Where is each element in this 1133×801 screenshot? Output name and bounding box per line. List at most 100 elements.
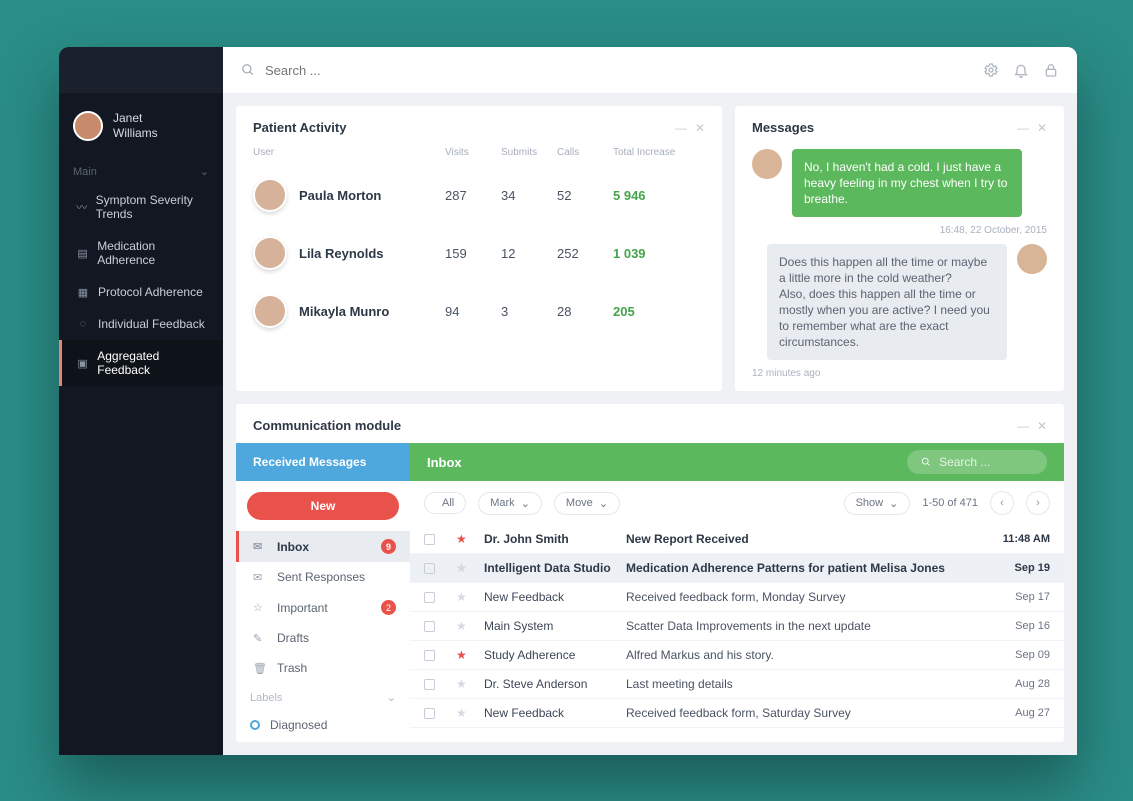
message-bubble: Does this happen all the time or maybe a…	[767, 244, 1007, 360]
nav-group-header[interactable]: Main ⌄	[59, 159, 223, 184]
pa-rows: Paula Morton28734525 946Lila Reynolds159…	[236, 166, 722, 340]
labels-header[interactable]: Labels ⌄	[236, 683, 410, 712]
star-icon[interactable]: ★	[456, 619, 474, 633]
mail-row[interactable]: ★Dr. John SmithNew Report Received11:48 …	[410, 525, 1064, 554]
labels-title: Labels	[250, 692, 282, 704]
new-button[interactable]: New	[247, 492, 399, 520]
mail-row[interactable]: ★Dr. Steve AndersonLast meeting detailsA…	[410, 670, 1064, 699]
card-header: Patient Activity — ✕	[236, 106, 722, 145]
minimize-icon[interactable]: —	[1017, 419, 1029, 433]
folder-important[interactable]: ☆ Important 2	[236, 592, 410, 623]
star-icon[interactable]: ★	[456, 648, 474, 662]
folder-drafts[interactable]: ✎ Drafts	[236, 623, 410, 653]
star-icon[interactable]: ★	[456, 706, 474, 720]
folder-label: Sent Responses	[277, 570, 365, 584]
mail-from: New Feedback	[484, 590, 616, 604]
tab-label: Inbox	[427, 455, 462, 470]
mail-row[interactable]: ★Study AdherenceAlfred Markus and his st…	[410, 641, 1064, 670]
mail-date: 11:48 AM	[990, 533, 1050, 545]
avatar	[1017, 244, 1047, 274]
label-diagnosed[interactable]: Diagnosed	[236, 712, 410, 738]
calls: 252	[557, 246, 613, 261]
folder-trash[interactable]: 🗑 Trash	[236, 653, 410, 683]
mail-row[interactable]: ★ New Feedback Received feedback form, Mon…	[410, 583, 1064, 612]
checkbox[interactable]	[424, 679, 435, 690]
global-search[interactable]	[241, 63, 969, 78]
checkbox[interactable]	[424, 650, 435, 661]
avatar	[73, 111, 103, 141]
inbox-search[interactable]	[907, 450, 1047, 474]
nav-item-medication-adherence[interactable]: ▤Medication Adherence	[59, 230, 223, 276]
mark-dropdown[interactable]: Mark⌄	[478, 492, 542, 515]
content: Patient Activity — ✕ User Visits Submits…	[223, 93, 1077, 755]
close-icon[interactable]: ✕	[695, 121, 705, 135]
inbox-search-input[interactable]	[939, 455, 1033, 469]
label-name: Diagnosed	[270, 718, 327, 732]
profile-name: Janet Williams	[113, 111, 158, 141]
checkbox[interactable]	[424, 592, 435, 603]
total-increase: 5 946	[613, 188, 705, 203]
button-label: New	[311, 499, 336, 513]
prev-page-button[interactable]: ‹	[990, 491, 1014, 515]
mail-from: Intelligent Data Studio	[484, 561, 616, 575]
folder-sent[interactable]: ✉ Sent Responses	[236, 562, 410, 592]
checkbox[interactable]	[424, 708, 435, 719]
page-range: 1-50 of 471	[922, 497, 978, 509]
search-input[interactable]	[265, 63, 969, 78]
patient-activity-card: Patient Activity — ✕ User Visits Submits…	[236, 106, 722, 391]
checkbox[interactable]	[424, 534, 435, 545]
mail-subject: Medication Adherence Patterns for patien…	[626, 561, 980, 575]
close-icon[interactable]: ✕	[1037, 419, 1047, 433]
lock-icon[interactable]	[1043, 62, 1059, 78]
nav-item-protocol-adherence[interactable]: ▦Protocol Adherence	[59, 276, 223, 308]
badge: 9	[381, 539, 396, 554]
select-all[interactable]: All	[424, 492, 466, 514]
minimize-icon[interactable]: —	[1017, 121, 1029, 135]
col-calls: Calls	[557, 147, 613, 158]
star-icon[interactable]: ★	[456, 590, 474, 604]
next-page-button[interactable]: ›	[1026, 491, 1050, 515]
profile[interactable]: Janet Williams	[59, 93, 223, 159]
app-window: Janet Williams Main ⌄ 〰Symptom Severity …	[59, 47, 1077, 755]
mail-row[interactable]: ★ Intelligent Data Studio Medication Adher…	[410, 554, 1064, 583]
badge: 2	[381, 600, 396, 615]
star-icon[interactable]: ★	[456, 532, 474, 546]
mail-subject: Received feedback form, Monday Survey	[626, 590, 980, 604]
tab-inbox[interactable]: Inbox	[410, 443, 1064, 481]
mail-row[interactable]: ★New FeedbackReceived feedback form, Sat…	[410, 699, 1064, 728]
table-row[interactable]: Mikayla Munro94328205	[236, 282, 722, 340]
folder-inbox[interactable]: ✉ Inbox 9	[236, 531, 410, 562]
table-row[interactable]: Paula Morton28734525 946	[236, 166, 722, 224]
bell-icon[interactable]	[1013, 62, 1029, 78]
tab-label: Received Messages	[253, 455, 366, 469]
topbar	[223, 47, 1077, 93]
card-header: Communication module — ✕	[236, 404, 1064, 443]
show-dropdown[interactable]: Show⌄	[844, 492, 911, 515]
nav-item-individual-feedback[interactable]: ◌Individual Feedback	[59, 308, 223, 340]
label-dot-icon	[250, 720, 260, 730]
mail-row[interactable]: ★Main SystemScatter Data Improvements in…	[410, 612, 1064, 641]
minimize-icon[interactable]: —	[675, 121, 687, 135]
avatar	[253, 178, 287, 212]
document-icon: ▣	[76, 357, 89, 370]
folder-label: Inbox	[277, 540, 309, 554]
star-icon[interactable]: ★	[456, 677, 474, 691]
draft-icon: ✎	[253, 632, 267, 645]
star-icon[interactable]: ★	[456, 561, 474, 575]
checkbox[interactable]	[424, 563, 435, 574]
messages-card: Messages — ✕ No, I haven't had a cold. I…	[735, 106, 1064, 391]
user-name: Lila Reynolds	[299, 246, 384, 261]
checkbox[interactable]	[424, 621, 435, 632]
mail-subject: New Report Received	[626, 532, 980, 546]
outgoing-message: Does this happen all the time or maybe a…	[752, 244, 1047, 360]
visits: 287	[445, 188, 501, 203]
close-icon[interactable]: ✕	[1037, 121, 1047, 135]
nav-item-symptom-trends[interactable]: 〰Symptom Severity Trends	[59, 184, 223, 230]
table-row[interactable]: Lila Reynolds159122521 039	[236, 224, 722, 282]
gear-icon[interactable]	[983, 62, 999, 78]
tab-received[interactable]: Received Messages	[236, 443, 410, 481]
mail-rows: ★Dr. John SmithNew Report Received11:48 …	[410, 525, 1064, 728]
avatar	[752, 149, 782, 179]
move-dropdown[interactable]: Move⌄	[554, 492, 620, 515]
nav-item-aggregated-feedback[interactable]: ▣Aggregated Feedback	[59, 340, 223, 386]
